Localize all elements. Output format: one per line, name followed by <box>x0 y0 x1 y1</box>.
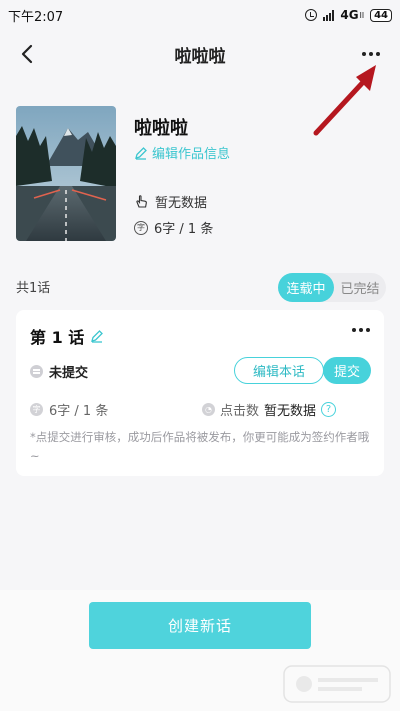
status-option-ongoing[interactable]: 连载中 <box>278 273 334 302</box>
chapter-total: 共1话 <box>16 281 51 296</box>
chapter-count-value: 6字 / 1 条 <box>49 404 109 419</box>
submit-note: *点提交进行审核，成功后作品将被发布，你更可能成为签约作者哦~ <box>30 430 370 463</box>
page-title: 啦啦啦 <box>174 46 226 67</box>
pencil-icon[interactable] <box>90 329 104 343</box>
chapter-word-count: 字 6字 / 1 条 <box>30 400 108 419</box>
work-likes-value: 暂无数据 <box>155 196 208 211</box>
work-count: 字 6字 / 1 条 <box>134 218 213 237</box>
char-count-icon: 字 <box>30 403 43 416</box>
network-signal-label: ll <box>359 10 365 20</box>
more-dots-icon <box>352 328 356 332</box>
chapter-status-text: 未提交 <box>49 366 89 381</box>
clicks-label: 点击数 <box>220 404 260 419</box>
chapter-title-row: 第 1 话 <box>30 324 104 348</box>
pencil-icon <box>135 146 147 160</box>
serial-status-toggle[interactable]: 连载中 已完结 <box>278 273 386 302</box>
question-icon[interactable]: ? <box>321 402 337 417</box>
cover-landscape-icon <box>16 106 116 241</box>
cover-image[interactable] <box>16 106 116 241</box>
work-title: 啦啦啦 <box>134 118 188 139</box>
work-info: 啦啦啦 编辑作品信息 暂无数据 字 6字 / 1 条 <box>16 106 386 246</box>
work-likes: 暂无数据 <box>134 192 207 211</box>
status-option-completed[interactable]: 已完结 <box>334 278 386 297</box>
chapter-card: 第 1 话 未提交 编辑本话 提交 字 6字 / 1 条 ◔ 点击数 暂无数据 … <box>16 310 384 476</box>
signal-icon <box>323 9 335 21</box>
watermark-logo-icon <box>283 665 391 703</box>
hand-pointer-icon <box>136 195 147 208</box>
status-indicators: 4G ll 44 <box>305 8 392 22</box>
network-type: 4G <box>340 8 359 22</box>
battery-level: 44 <box>370 8 392 22</box>
status-time: 下午2:07 <box>8 9 64 25</box>
chapter-title: 第 1 话 <box>30 328 85 347</box>
work-count-value: 6字 / 1 条 <box>154 222 214 237</box>
edit-work-info-link[interactable]: 编辑作品信息 <box>134 143 230 162</box>
alarm-icon <box>305 9 318 21</box>
back-arrow-icon <box>21 44 33 64</box>
clicks-value: 暂无数据 <box>264 404 317 419</box>
edit-work-info-label: 编辑作品信息 <box>152 147 231 162</box>
submit-chapter-button[interactable]: 提交 <box>323 357 371 384</box>
chapter-status: 未提交 <box>30 362 88 381</box>
edit-chapter-button[interactable]: 编辑本话 <box>234 357 324 384</box>
chapter-clicks: ◔ 点击数 暂无数据 ? <box>202 400 337 419</box>
create-chapter-button[interactable]: 创建新话 <box>89 602 311 649</box>
clicks-icon: ◔ <box>202 403 215 416</box>
chapter-list-header: 共1话 连载中 已完结 <box>16 273 386 302</box>
back-button[interactable] <box>14 40 42 68</box>
status-icon <box>30 365 43 378</box>
status-bar: 下午2:07 4G ll 44 <box>0 0 400 30</box>
chapter-more-button[interactable] <box>352 328 370 332</box>
char-count-icon: 字 <box>134 220 148 235</box>
